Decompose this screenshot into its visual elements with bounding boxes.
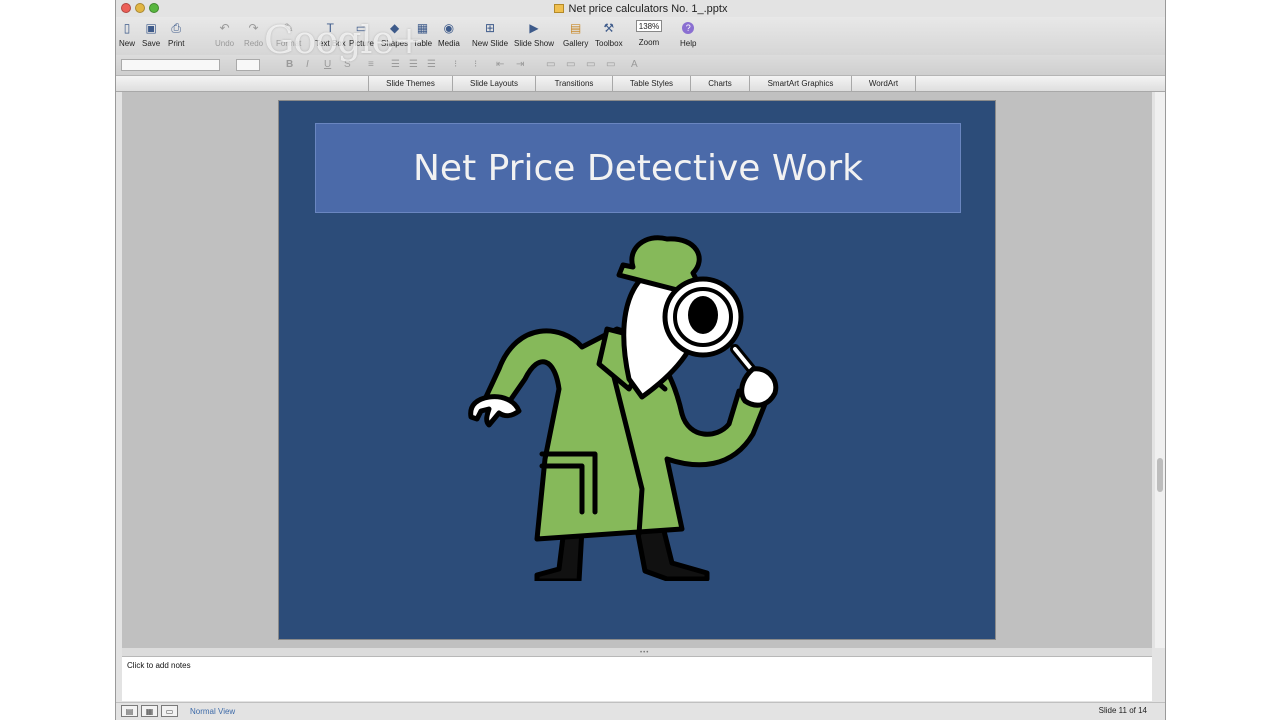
toolbox-button[interactable]: ⚒ Toolbox [595, 20, 623, 48]
tab-transitions[interactable]: Transitions [535, 76, 612, 91]
vertical-scrollbar[interactable] [1155, 92, 1165, 648]
help-button[interactable]: ? Help [680, 20, 696, 48]
print-button[interactable]: ⎙ Print [168, 20, 184, 49]
zoom-control[interactable]: 138% Zoom [636, 20, 662, 47]
title-bar: Net price calculators No. 1_.pptx [116, 0, 1165, 17]
slide-title: Net Price Detective Work [413, 147, 863, 189]
save-icon: ▣ [145, 21, 157, 35]
slide-show-view-icon: ▭ [165, 706, 174, 716]
detective-eye [688, 296, 718, 334]
zoom-window-button[interactable] [149, 3, 159, 13]
detective-right-hand [739, 366, 779, 408]
notes-pane[interactable]: Click to add notes [122, 656, 1152, 701]
undo-icon: ↶ [219, 21, 230, 35]
slide-canvas[interactable]: Net Price Detective Work [278, 100, 996, 640]
gallery-button[interactable]: ▤ Gallery [563, 20, 588, 48]
print-icon: ⎙ [171, 20, 182, 35]
normal-view-button[interactable]: ▤ [121, 705, 138, 717]
title-placeholder[interactable]: Net Price Detective Work [315, 123, 961, 213]
powerpoint-window: Net price calculators No. 1_.pptx ▯ New ▣… [115, 0, 1166, 720]
arrange-icon[interactable]: ▭ [586, 59, 595, 70]
slide-editing-area: Net Price Detective Work [122, 92, 1152, 648]
tab-smartart-graphics[interactable]: SmartArt Graphics [749, 76, 851, 91]
line-style-icon[interactable]: ▭ [566, 59, 575, 70]
font-name-field[interactable] [121, 59, 220, 71]
tab-wordart[interactable]: WordArt [851, 76, 916, 91]
tab-slide-layouts[interactable]: Slide Layouts [452, 76, 535, 91]
detective-right-leg [634, 524, 710, 581]
slide-sorter-icon: ▦ [145, 706, 154, 716]
font-size-field[interactable] [236, 59, 260, 71]
font-color-icon[interactable]: A [631, 59, 638, 70]
elements-gallery: Slide Themes Slide Layouts Transitions T… [116, 76, 1165, 92]
tab-table-styles[interactable]: Table Styles [612, 76, 690, 91]
save-button[interactable]: ▣ Save [142, 20, 160, 48]
tab-slide-themes[interactable]: Slide Themes [368, 76, 452, 91]
notes-splitter[interactable]: ••• [122, 648, 1152, 656]
indent-decrease-icon[interactable]: ⇤ [496, 59, 504, 70]
notes-placeholder[interactable]: Click to add notes [127, 661, 191, 670]
highlight-icon[interactable]: ▭ [606, 59, 615, 70]
help-icon: ? [682, 22, 695, 34]
status-bar: ▤ ▦ ▭ Normal View Slide 11 of 14 [116, 702, 1165, 720]
new-document-icon: ▯ [123, 21, 131, 35]
redo-button[interactable]: ↷ Redo [244, 20, 263, 48]
current-view-label: Normal View [190, 707, 236, 716]
new-button[interactable]: ▯ New [119, 20, 135, 48]
new-slide-icon: ⊞ [484, 21, 496, 35]
toolbox-icon: ⚒ [603, 21, 615, 35]
close-window-button[interactable] [121, 3, 131, 13]
indent-increase-icon[interactable]: ⇥ [516, 59, 524, 70]
scrollbar-thumb[interactable] [1157, 458, 1163, 492]
minimize-window-button[interactable] [135, 3, 145, 13]
text-box-format-icon[interactable]: ▭ [546, 59, 555, 70]
media-icon: ◉ [443, 21, 455, 35]
slide-counter: Slide 11 of 14 [1098, 706, 1147, 715]
document-icon [553, 4, 564, 13]
slide-show-view-button[interactable]: ▭ [161, 705, 178, 717]
google-plus-watermark: Google+ [264, 18, 425, 62]
normal-view-icon: ▤ [125, 706, 134, 716]
slide-sorter-view-button[interactable]: ▦ [141, 705, 158, 717]
window-title: Net price calculators No. 1_.pptx [568, 2, 728, 15]
zoom-value[interactable]: 138% [636, 20, 662, 32]
slide-show-icon: ▶ [529, 21, 539, 35]
redo-icon: ↷ [248, 21, 259, 35]
tab-charts[interactable]: Charts [690, 76, 749, 91]
new-slide-button[interactable]: ⊞ New Slide [472, 20, 508, 48]
gallery-icon: ▤ [570, 21, 582, 35]
window-controls [121, 3, 159, 13]
slide-show-button[interactable]: ▶ Slide Show [514, 20, 554, 48]
media-button[interactable]: ◉ Media [438, 20, 460, 48]
detective-left-hand [468, 394, 522, 428]
align-right-icon[interactable]: ☰ [427, 59, 436, 70]
numbering-icon[interactable]: ⁝ [474, 59, 477, 70]
bullets-icon[interactable]: ⁝ [454, 59, 457, 70]
undo-button[interactable]: ↶ Undo [215, 20, 234, 48]
detective-clipart[interactable] [467, 229, 807, 581]
